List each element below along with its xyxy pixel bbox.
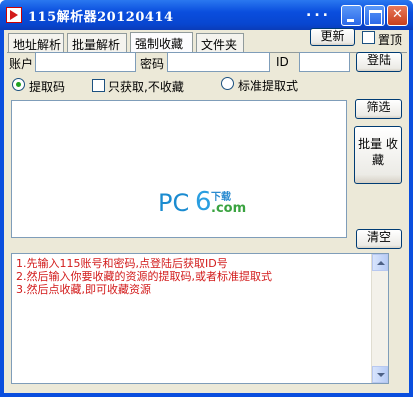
account-label: 账户 (9, 57, 34, 71)
clear-button[interactable]: 清空 (356, 229, 402, 249)
only-fetch-label: 只获取,不收藏 (108, 80, 184, 94)
filter-button[interactable]: 筛选 (355, 99, 402, 119)
batch-label-line2: 收 (385, 137, 398, 151)
only-fetch-checkbox[interactable] (92, 79, 105, 92)
log-scrollbar[interactable] (371, 254, 388, 383)
tab-batch-parse[interactable]: 批量解析 (67, 33, 127, 53)
extract-code-label: 提取码 (29, 80, 66, 94)
batch-favorite-button[interactable]: 批量 收 藏 (354, 126, 402, 184)
log-line: 3.然后点收藏,即可收藏资源 (16, 283, 151, 296)
tab-force-favorite[interactable]: 强制收藏 (130, 32, 193, 53)
pin-label: 置顶 (378, 33, 403, 47)
tab-folder[interactable]: 文件夹 (196, 33, 244, 53)
login-button[interactable]: 登陆 (356, 52, 402, 72)
client-area: 地址解析 批量解析 强制收藏 文件夹 更新 置顶 账户 密码 ID 登陆 提取码… (4, 28, 409, 393)
pin-checkbox[interactable] (362, 31, 375, 44)
scroll-up-icon[interactable] (372, 254, 388, 271)
minimize-button[interactable] (341, 5, 362, 26)
extract-code-radio[interactable] (12, 78, 25, 91)
title-bar[interactable]: 115解析器20120414 ... (0, 0, 413, 30)
scroll-down-icon[interactable] (372, 366, 388, 383)
tab-address-parse[interactable]: 地址解析 (8, 33, 64, 53)
code-input-area[interactable]: PC 6 下载 .com (11, 100, 347, 238)
window-title: 115解析器20120414 (28, 10, 174, 25)
batch-label-line3: 藏 (371, 152, 384, 167)
log-line: 1.先输入115账号和密码,点登陆后获取ID号 (16, 257, 228, 270)
account-input[interactable] (35, 52, 136, 72)
close-button[interactable] (387, 5, 408, 26)
id-label: ID (276, 55, 289, 69)
id-input[interactable] (299, 52, 350, 72)
standard-extract-label: 标准提取式 (238, 79, 299, 93)
log-line: 2.然后输入你要收藏的资源的提取码,或者标准提取式 (16, 270, 272, 283)
app-icon (6, 7, 22, 23)
watermark-pc: PC (158, 189, 190, 217)
log-area[interactable]: 1.先输入115账号和密码,点登陆后获取ID号 2.然后输入你要收藏的资源的提取… (11, 253, 389, 384)
maximize-button[interactable] (364, 5, 385, 26)
title-dots: ... (306, 4, 331, 20)
standard-extract-radio[interactable] (221, 77, 234, 90)
password-label: 密码 (140, 57, 165, 71)
watermark-six: 6 (195, 187, 212, 217)
refresh-button[interactable]: 更新 (310, 28, 355, 46)
app-window: 115解析器20120414 ... 地址解析 批量解析 强制收藏 文件夹 更新… (0, 0, 413, 397)
watermark-com: .com (211, 201, 247, 216)
batch-label-line1: 批量 (358, 137, 383, 151)
password-input[interactable] (167, 52, 270, 72)
